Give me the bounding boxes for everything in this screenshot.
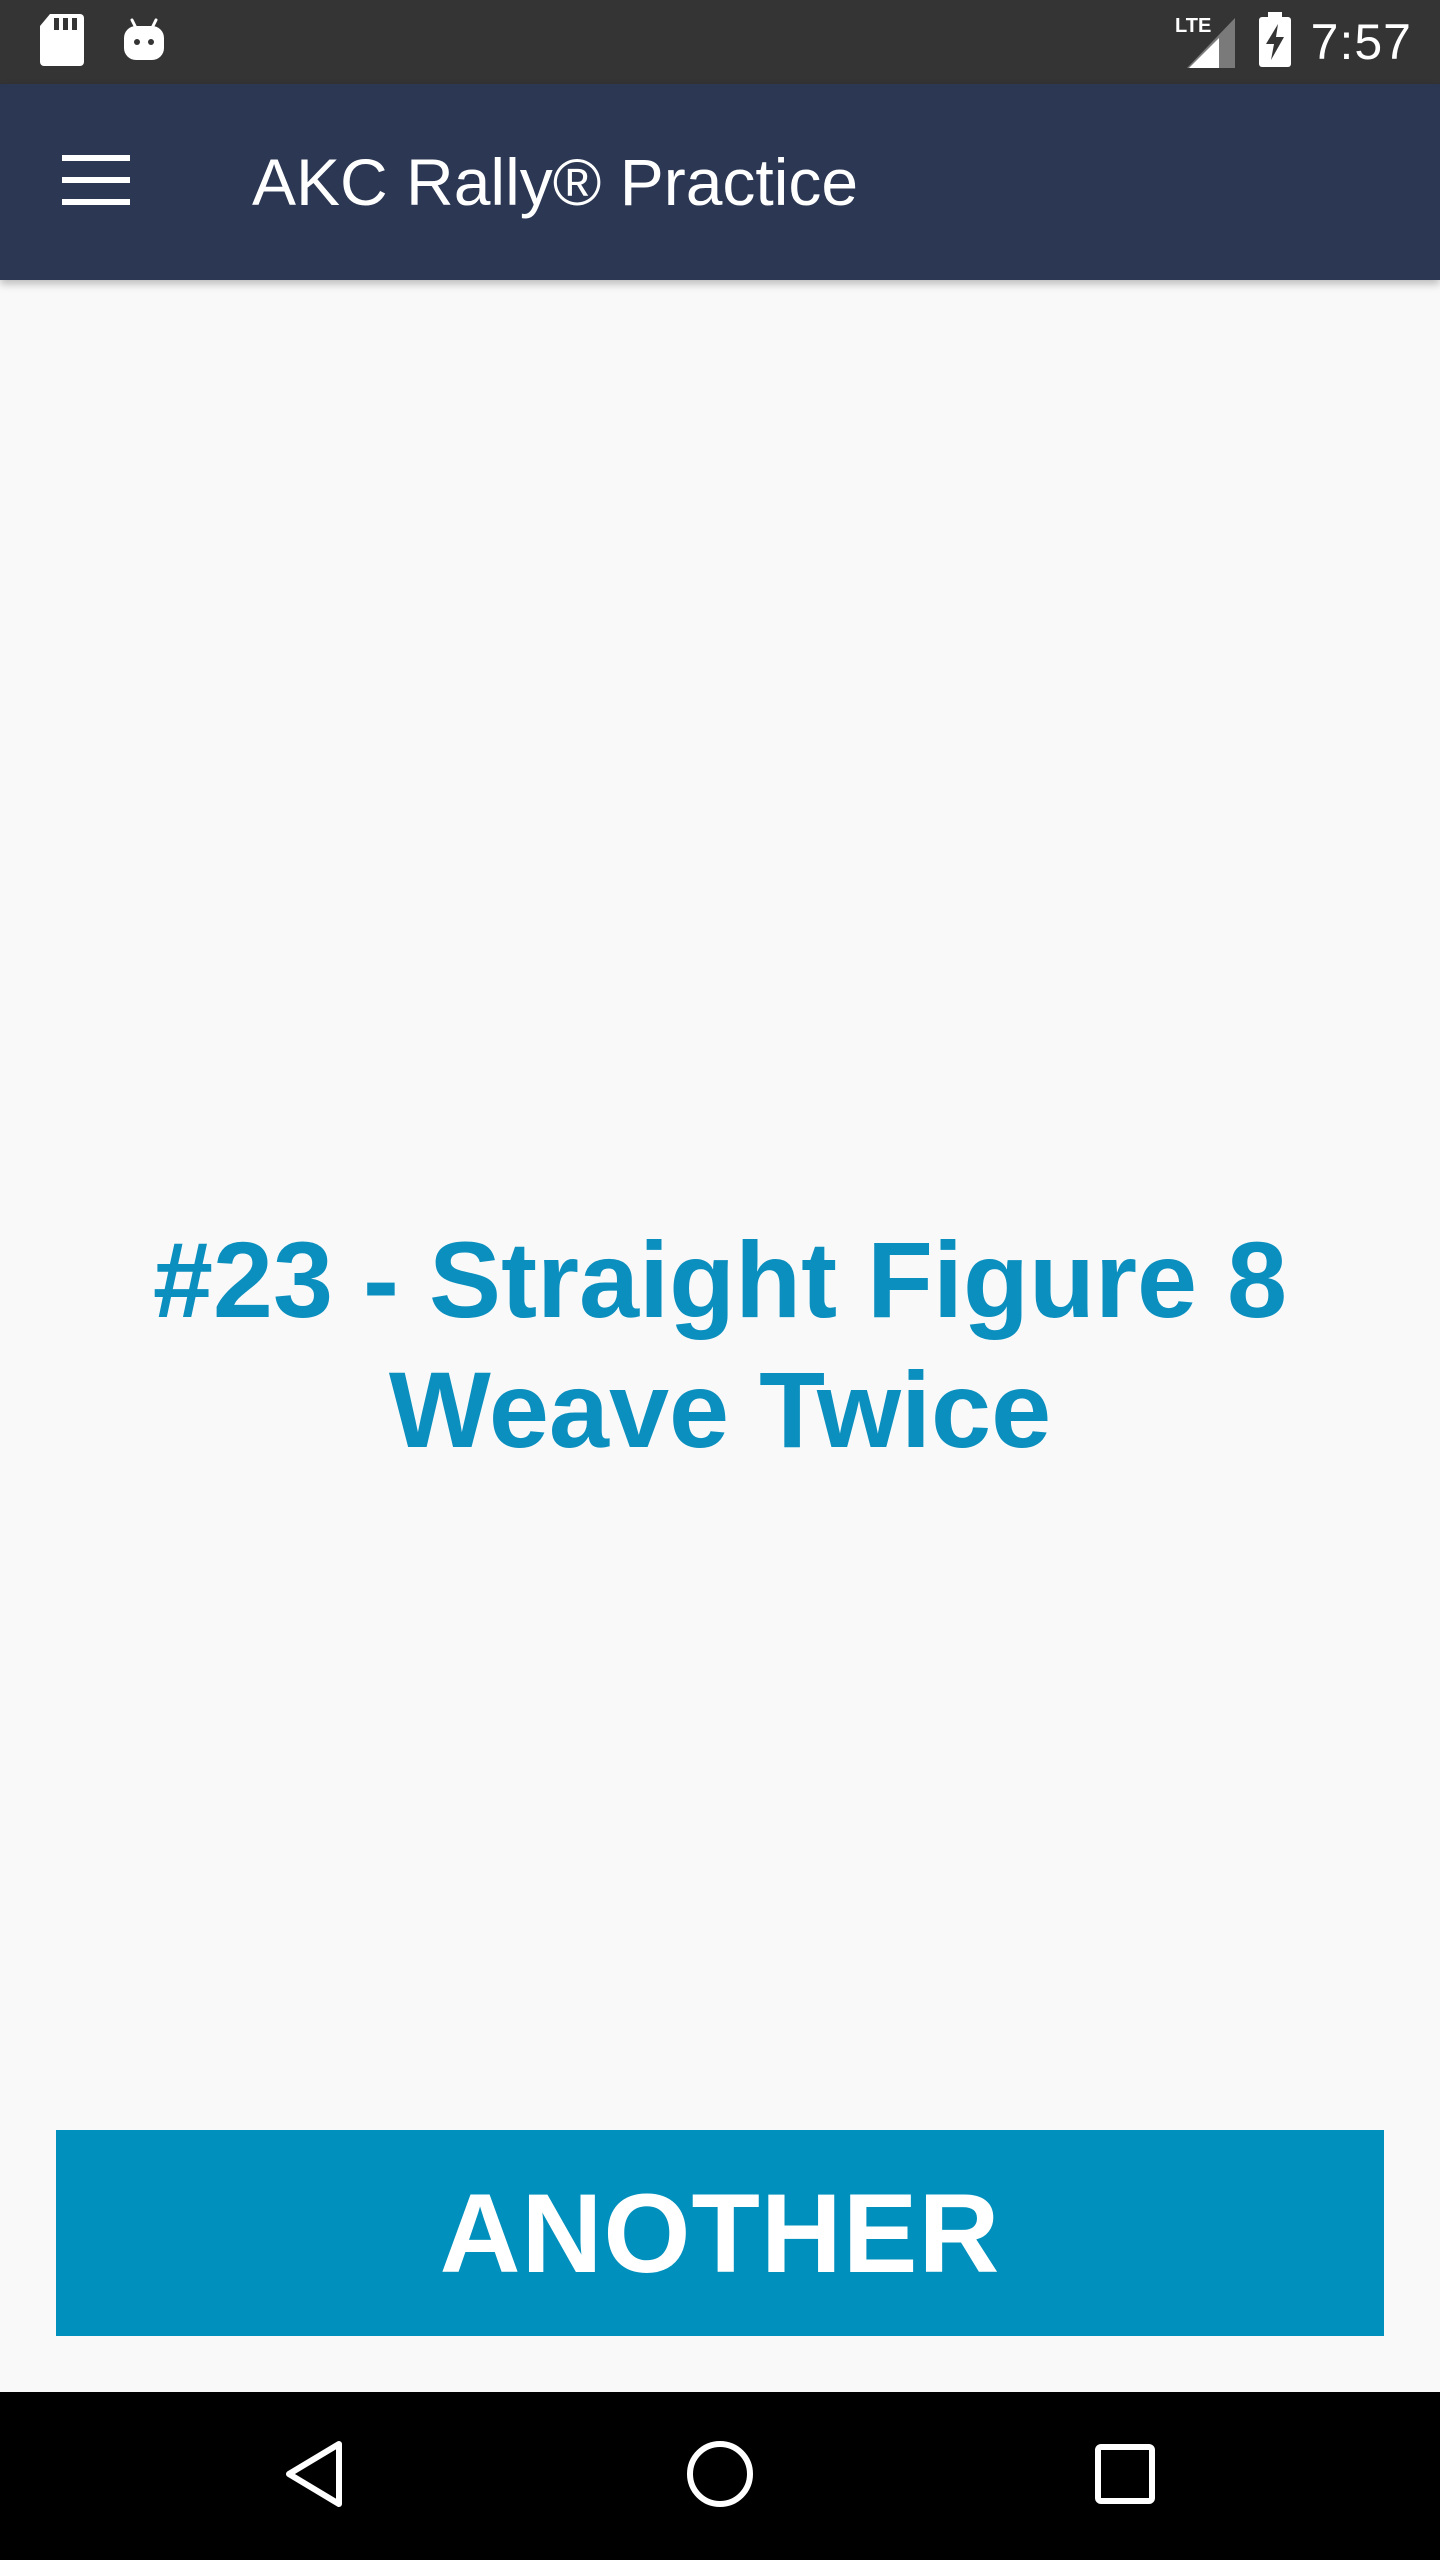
status-system: LTE 7:57 (1175, 0, 1412, 84)
svg-text:LTE: LTE (1175, 15, 1211, 37)
app-title: AKC Rally® Practice (252, 145, 859, 219)
menu-button[interactable] (52, 138, 140, 226)
another-button[interactable]: ANOTHER (56, 2130, 1384, 2336)
status-notifications (40, 13, 168, 71)
recents-icon (1094, 2443, 1156, 2510)
status-bar: LTE 7:57 (0, 0, 1440, 84)
back-icon (283, 2440, 347, 2513)
main-content: #23 - Straight Figure 8 Weave Twice ANOT… (0, 280, 1440, 2392)
app-bar: AKC Rally® Practice (0, 84, 1440, 280)
recents-button[interactable] (1075, 2426, 1175, 2526)
battery-charging-icon (1257, 11, 1293, 73)
status-time: 7:57 (1310, 14, 1412, 70)
lte-signal-icon: LTE (1175, 12, 1239, 73)
navigation-bar (0, 2392, 1440, 2560)
exercise-title: #23 - Straight Figure 8 Weave Twice (152, 1219, 1288, 1470)
home-icon (685, 2439, 755, 2514)
home-button[interactable] (670, 2426, 770, 2526)
android-icon (120, 16, 168, 69)
back-button[interactable] (265, 2426, 365, 2526)
hamburger-menu-icon (62, 154, 130, 210)
sd-card-icon (40, 13, 84, 71)
